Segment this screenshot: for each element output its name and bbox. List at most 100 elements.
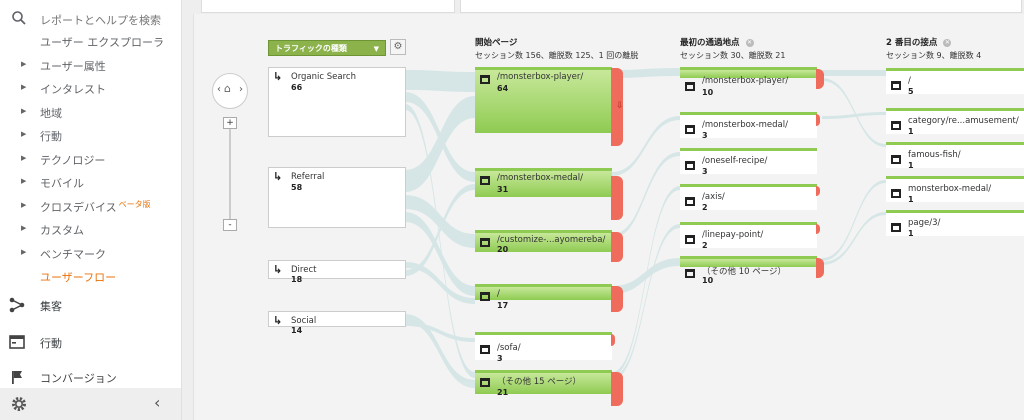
entrance-arrow-icon: ↳ [273,70,283,83]
page-name: /monsterbox-player/ [702,76,789,86]
pan-right-icon[interactable]: › [239,84,243,95]
page-count: 10 [702,88,714,97]
dropoff-bar[interactable] [816,258,824,278]
entrance-arrow-icon: ↳ [273,314,283,327]
column-header-first-interaction: 最初の通過地点 ✕ [680,36,754,48]
page-name: monsterbox-medal/ [908,184,992,194]
start-page-node[interactable]: /monsterbox-player/ 64 [475,67,612,133]
page-name: /customize-...ayomereba/ [497,235,606,245]
link-social-to-sofa [405,322,475,342]
first-interaction-node[interactable]: /monsterbox-medal/ 3 [680,112,817,140]
page-name: famous-fish/ [908,150,961,160]
source-count: 66 [291,83,303,92]
start-page-node[interactable]: /monsterbox-medal/ 31 [475,168,612,197]
start-page-node[interactable]: （その他 15 ページ） 21 [475,370,612,397]
page-count: 1 [908,127,914,136]
page-icon [480,75,490,84]
source-node-organic[interactable]: ↳ Organic Search 66 [268,67,406,137]
first-interaction-node[interactable]: /axis/ 2 [680,184,817,212]
column-header-starting-pages: 開始ページ [475,36,517,48]
dropoff-bar[interactable] [611,372,623,406]
second-interaction-node[interactable]: page/3/ 1 [886,210,1024,238]
dropoff-bar[interactable] [611,286,623,312]
page-icon [685,235,695,244]
first-interaction-node[interactable]: /oneself-recipe/ 3 [680,148,817,176]
page-count: 3 [497,354,503,363]
page-count: 17 [497,301,509,310]
page-count: 2 [702,203,708,212]
start-page-node[interactable]: / 17 [475,284,612,310]
first-interaction-node[interactable]: （その他 10 ページ） 10 [680,256,817,285]
page-icon [685,197,695,206]
zoom-out-button[interactable]: - [223,219,237,231]
close-icon[interactable]: ✕ [943,38,952,47]
page-name: （その他 10 ページ） [702,267,787,277]
second-interaction-node[interactable]: category/re...amusement/ 1 [886,108,1024,136]
source-name: Referral [291,172,325,182]
page-count: 1 [908,229,914,238]
zoom-track[interactable] [229,124,231,224]
source-count: 58 [291,183,303,192]
start-page-node[interactable]: /customize-...ayomereba/ 20 [475,230,612,254]
source-name: Direct [291,265,317,275]
start-page-node[interactable]: /sofa/ 3 [475,332,612,363]
page-icon [891,189,901,198]
second-interaction-node[interactable]: monsterbox-medal/ 1 [886,176,1024,204]
page-count: 21 [497,388,509,397]
dimension-label: トラフィックの種類 [275,44,347,53]
page-count: 64 [497,84,509,93]
page-icon [891,155,901,164]
source-node-social[interactable]: ↳ Social 14 [268,311,406,335]
first-interaction-node[interactable]: /monsterbox-player/ 10 [680,67,817,97]
column-title: 2 番目の接点 [886,38,938,48]
page-icon [480,292,490,301]
dimension-dropdown[interactable]: トラフィックの種類 ▼ [268,40,386,56]
entrance-arrow-icon: ↳ [273,170,283,183]
dropoff-bar[interactable] [816,69,824,89]
link-fi-medal-to-si-category [822,112,886,119]
dropoff-bar[interactable] [611,232,623,262]
column-subtitle: セッション数 156、離脱数 125、1 回の離脱 [475,51,639,60]
column-subtitle: セッション数 30、離脱数 21 [680,51,786,60]
page-name: /monsterbox-medal/ [702,120,788,130]
source-count: 14 [291,326,303,335]
close-icon[interactable]: ✕ [745,38,754,47]
page-icon [685,161,695,170]
source-node-referral[interactable]: ↳ Referral 58 [268,167,406,228]
page-count: 5 [908,87,914,96]
pan-left-icon[interactable]: ‹ [217,84,221,95]
pan-control[interactable]: ‹ ⌂ › [212,73,248,109]
first-interaction-node[interactable]: /linepay-point/ 2 [680,222,817,250]
source-count: 18 [291,275,303,284]
page-name: category/re...amusement/ [908,116,1019,126]
page-name: / [497,289,500,299]
page-name: /oneself-recipe/ [702,156,768,166]
page-icon [891,81,901,90]
page-icon [685,269,695,278]
second-interaction-node[interactable]: / 5 [886,68,1024,96]
link-fi-other-to-si-medal [822,180,886,261]
page-count: 20 [497,245,509,254]
zoom-in-button[interactable]: + [223,117,237,129]
page-count: 2 [702,241,708,250]
settings-button[interactable]: ⚙ [390,39,406,55]
page-name: page/3/ [908,218,941,228]
page-count: 3 [702,131,708,140]
link-fi-player-to-si-top [822,70,886,76]
second-interaction-node[interactable]: famous-fish/ 1 [886,142,1024,170]
page-icon [480,176,490,185]
page-count: 1 [908,161,914,170]
home-icon[interactable]: ⌂ [224,82,231,95]
dropoff-arrow-icon: ⇩ [616,101,624,111]
page-icon [480,378,490,387]
page-icon [685,82,695,91]
page-name: /sofa/ [497,343,521,353]
gear-icon: ⚙ [393,41,403,52]
source-name: Organic Search [291,72,356,82]
dropoff-bar[interactable] [611,176,623,220]
source-name: Social [291,316,317,326]
source-node-direct[interactable]: ↳ Direct 18 [268,260,406,284]
page-name: / [908,76,911,86]
page-name: /monsterbox-player/ [497,72,584,82]
page-icon [480,345,490,354]
